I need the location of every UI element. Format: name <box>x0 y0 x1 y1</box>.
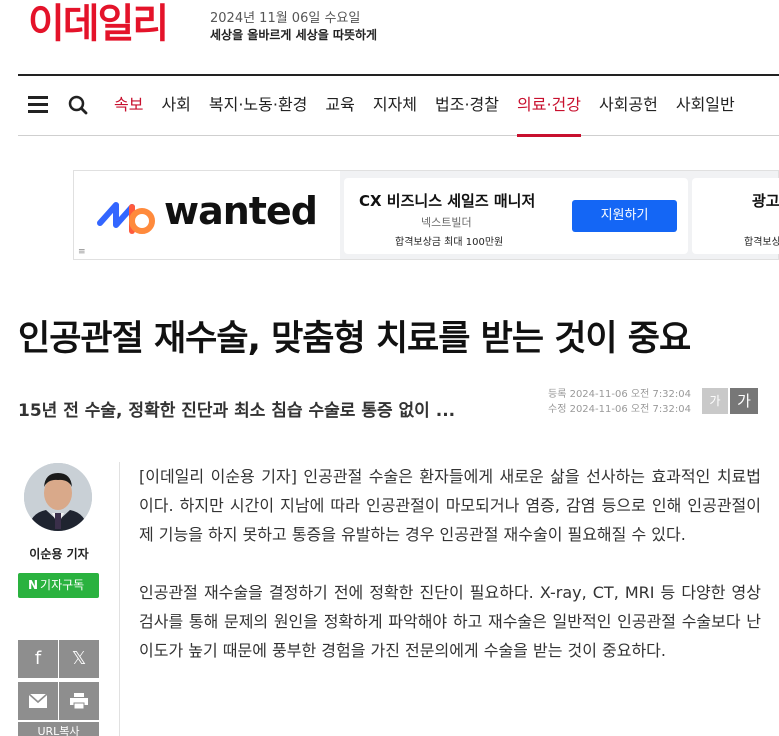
nav-item-7[interactable]: 사회공헌 <box>599 76 658 136</box>
search-icon[interactable] <box>68 95 88 115</box>
reporter-avatar[interactable] <box>24 463 92 531</box>
apply-button[interactable]: 지원하기 <box>572 200 677 232</box>
article-title: 인공관절 재수술, 맞춤형 치료를 받는 것이 중요 <box>18 319 691 359</box>
nav-item-8[interactable]: 사회일반 <box>676 76 735 136</box>
site-slogan: 세상을 올바르게 세상을 따뜻하게 <box>210 28 378 42</box>
font-size-decrease-button[interactable]: 가 <box>702 388 728 414</box>
article-body: [이데일리 이순용 기자] 인공관절 수술은 환자들에게 새로운 삶을 선사하는… <box>139 462 761 694</box>
naver-n-icon: N <box>28 578 39 592</box>
current-date: 2024년 11월 06일 수요일 <box>210 11 361 26</box>
job-card-2-title: 광고 <box>752 192 779 210</box>
job-card-2-reward: 합격보상금 <box>744 237 779 248</box>
job-title: CX 비즈니스 세일즈 매니저 <box>359 192 536 210</box>
wanted-logo-icon <box>97 202 155 234</box>
nav-item-4[interactable]: 지자체 <box>373 76 417 136</box>
url-copy-button[interactable]: URL복사 <box>18 722 99 736</box>
registered-time: 등록 2024-11-06 오전 7:32:04 <box>548 389 692 400</box>
job-card-2[interactable]: 광고 합격보상금 <box>692 178 779 254</box>
nav-item-1[interactable]: 사회 <box>161 76 190 136</box>
job-ad-banner[interactable]: wanted ≡ CX 비즈니스 세일즈 매니저 넥스트빌더 합격보상금 최대 … <box>73 170 779 260</box>
nav-item-3[interactable]: 교육 <box>325 76 354 136</box>
font-size-increase-button[interactable]: 가 <box>730 388 758 414</box>
body-divider <box>119 462 120 736</box>
job-card[interactable]: CX 비즈니스 세일즈 매니저 넥스트빌더 합격보상금 최대 100만원 지원하… <box>344 178 688 254</box>
nav-items: 속보 사회 복지·노동·환경 교육 지자체 법조·경찰 의료·건강 사회공헌 사회일반 <box>114 76 753 137</box>
nav-item-2[interactable]: 복지·노동·환경 <box>209 76 308 136</box>
main-nav: 속보 사회 복지·노동·환경 교육 지자체 법조·경찰 의료·건강 사회공헌 사회일반 <box>18 76 779 137</box>
x-share-icon[interactable]: 𝕏 <box>59 640 99 678</box>
subscribe-label: 기자구독 <box>40 578 85 592</box>
ad-logo-box[interactable]: wanted ≡ <box>74 171 340 259</box>
menu-icon[interactable] <box>28 96 48 114</box>
job-reward: 합격보상금 최대 100만원 <box>395 237 504 248</box>
print-icon[interactable] <box>59 682 99 720</box>
site-logo[interactable]: 이데일리 <box>28 2 169 46</box>
facebook-share-icon[interactable]: f <box>18 640 58 678</box>
nav-item-5[interactable]: 법조·경찰 <box>435 76 499 136</box>
job-company: 넥스트빌더 <box>421 216 472 229</box>
nav-item-0[interactable]: 속보 <box>114 76 143 136</box>
nav-item-6[interactable]: 의료·건강 <box>517 76 581 137</box>
modified-time: 수정 2024-11-06 오전 7:32:04 <box>548 404 692 415</box>
ad-info-icon[interactable]: ≡ <box>78 247 86 257</box>
article-paragraph: [이데일리 이순용 기자] 인공관절 수술은 환자들에게 새로운 삶을 선사하는… <box>139 467 761 544</box>
reporter-name[interactable]: 이순용 기자 <box>24 545 94 562</box>
article-subtitle: 15년 전 수술, 정확한 진단과 최소 침습 수술로 통증 없이 ... <box>18 401 456 421</box>
subscribe-reporter-button[interactable]: N 기자구독 <box>18 573 99 598</box>
email-share-icon[interactable] <box>18 682 58 720</box>
ad-brand: wanted <box>164 189 318 233</box>
article-timestamps: 등록 2024-11-06 오전 7:32:04 수정 2024-11-06 오… <box>548 387 691 417</box>
article-paragraph: 인공관절 재수술을 결정하기 전에 정확한 진단이 필요하다. X-ray, C… <box>139 583 761 660</box>
